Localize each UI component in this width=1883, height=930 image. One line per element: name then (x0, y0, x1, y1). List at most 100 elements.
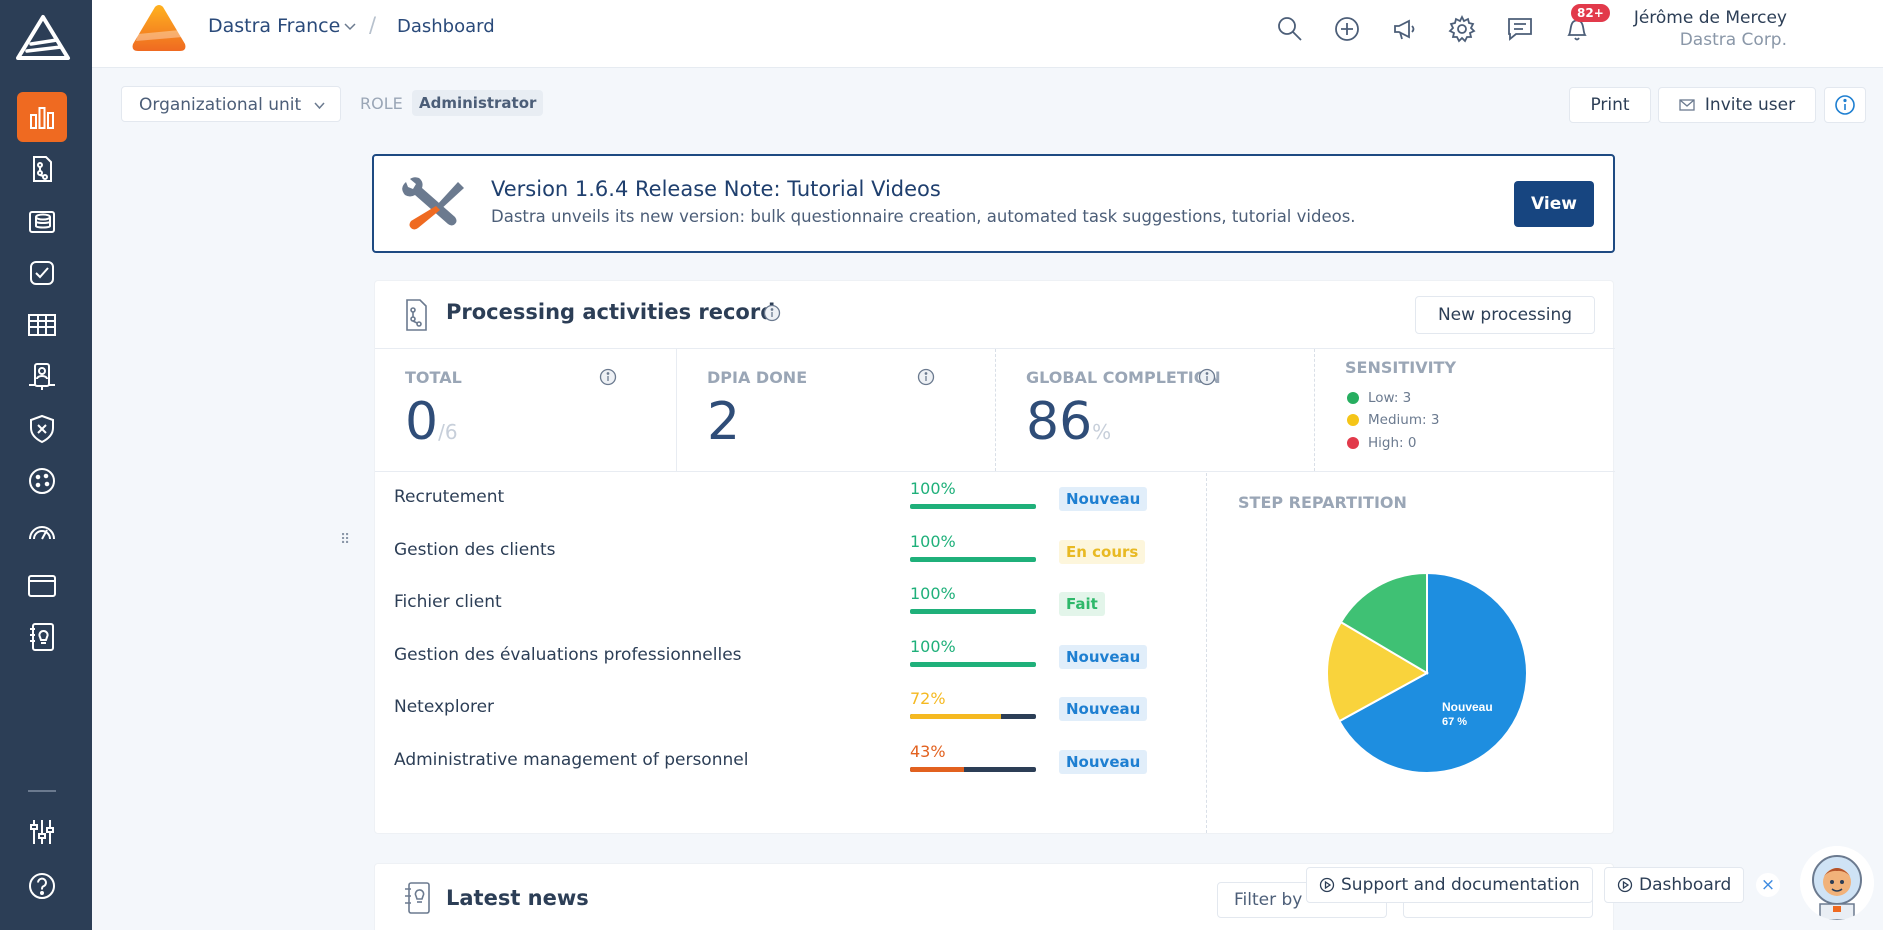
status-badge: Nouveau (1059, 644, 1148, 669)
settings-button[interactable] (1447, 14, 1477, 44)
stat-completion-value: 86% (1026, 392, 1112, 452)
messages-button[interactable] (1505, 14, 1535, 44)
role-badge: Administrator (412, 90, 544, 116)
table-row[interactable]: Gestion des évaluations professionnelles… (375, 631, 1205, 683)
sliders-icon (30, 820, 54, 844)
notebook-bulb-icon (405, 882, 430, 914)
progress-fill (910, 661, 1036, 667)
invite-user-button[interactable]: Invite user (1658, 87, 1816, 123)
status-badge: Fait (1059, 592, 1105, 617)
release-title: Version 1.6.4 Release Note: Tutorial Vid… (491, 177, 941, 201)
sidebar-item-tasks[interactable] (17, 248, 67, 298)
sensitivity-high: High: 0 (1347, 435, 1416, 451)
org-switcher[interactable]: Dastra France (208, 15, 340, 37)
new-processing-label: New processing (1437, 305, 1573, 325)
sidebar-item-processing[interactable] (17, 144, 67, 194)
assistant-avatar[interactable] (1800, 846, 1874, 920)
sidebar-item-registers[interactable] (17, 300, 67, 350)
close-help-button[interactable]: × (1756, 873, 1780, 897)
tools-icon (402, 177, 464, 230)
org-unit-filter[interactable]: Organizational unit (121, 86, 341, 122)
support-docs-button[interactable]: Support and documentation (1306, 867, 1593, 903)
envelope-icon (1679, 99, 1695, 111)
view-release-button[interactable]: View (1514, 181, 1594, 227)
sidebar-item-documents[interactable] (17, 560, 67, 610)
play-circle-icon (1617, 877, 1633, 893)
processing-name[interactable]: Gestion des évaluations professionnelles (394, 645, 742, 665)
stat-dpia-label: DPIA DONE (707, 368, 808, 387)
table-icon (28, 314, 56, 336)
info-icon[interactable] (917, 368, 935, 386)
bar-chart-icon (30, 107, 54, 129)
role-label: ROLE (360, 94, 403, 113)
step-repartition-label: STEP REPARTITION (1238, 493, 1407, 512)
sidebar-item-cookies[interactable] (17, 456, 67, 506)
table-row[interactable]: Administrative management of personnel 43… (375, 736, 1205, 788)
topbar: Dastra France / Dashboard 82+ Jérôme de … (92, 0, 1883, 68)
sidebar-item-security[interactable] (17, 404, 67, 454)
completion-percent: 100% (910, 531, 956, 551)
checklist-icon (30, 261, 54, 285)
close-icon: × (1760, 875, 1776, 895)
chevron-down-icon[interactable] (343, 19, 357, 33)
print-button[interactable]: Print (1569, 87, 1651, 123)
info-icon[interactable] (599, 368, 617, 386)
table-row[interactable]: Fichier client 100% Fait (375, 578, 1205, 630)
completion-percent: 100% (910, 636, 956, 656)
processing-name[interactable]: Gestion des clients (394, 540, 556, 560)
sensitivity-medium: Medium: 3 (1347, 412, 1439, 428)
user-name[interactable]: Jérôme de Mercey (1634, 8, 1787, 28)
sidebar-item-audits[interactable] (17, 508, 67, 558)
sensitivity-dot (1347, 392, 1359, 404)
info-icon (1835, 95, 1855, 115)
new-processing-button[interactable]: New processing (1415, 296, 1595, 334)
progress-fill (910, 714, 1001, 720)
processing-name[interactable]: Fichier client (394, 592, 502, 612)
status-badge: Nouveau (1059, 487, 1148, 511)
processing-name[interactable]: Recrutement (394, 487, 504, 507)
sidebar-item-settings[interactable] (17, 807, 67, 857)
sidebar-item-news[interactable] (17, 612, 67, 662)
sidebar-divider (28, 790, 56, 792)
sidebar-item-organization[interactable] (17, 352, 67, 402)
dastra-logo[interactable] (15, 14, 71, 62)
stat-dpia-value: 2 (707, 392, 741, 452)
sidebar-item-help[interactable] (17, 861, 67, 911)
sensitivity-dot (1347, 414, 1359, 426)
sidebar-item-data[interactable] (17, 196, 67, 246)
user-company: Dastra Corp. (1679, 30, 1787, 50)
card-title: Processing activities record (446, 300, 776, 324)
info-icon[interactable] (763, 304, 781, 322)
help-circle-icon (29, 873, 55, 899)
megaphone-icon (1394, 19, 1415, 40)
org-logo[interactable] (130, 4, 188, 54)
stat-completion: GLOBAL COMPLETION 86% (996, 349, 1315, 471)
info-button[interactable] (1824, 87, 1866, 123)
table-row[interactable]: Recrutement 100% Nouveau (375, 473, 1205, 525)
announcements-button[interactable] (1390, 14, 1420, 44)
processing-activities-card: Processing activities record New process… (374, 280, 1615, 834)
drag-handle-icon[interactable]: ⠿ (340, 532, 350, 548)
sensitivity-low: Low: 3 (1347, 390, 1411, 406)
table-row[interactable]: Gestion des clients 100% En cours (375, 526, 1205, 578)
search-icon (1278, 17, 1302, 41)
table-row[interactable]: Netexplorer 72% Nouveau (375, 683, 1205, 735)
gear-icon (1448, 14, 1476, 43)
document-tree-icon (33, 156, 52, 182)
create-button[interactable] (1332, 14, 1362, 44)
pie-slice-label: Nouveau (1442, 700, 1493, 714)
play-circle-icon (1319, 877, 1335, 893)
search-button[interactable] (1275, 14, 1305, 44)
processing-name[interactable]: Netexplorer (394, 697, 494, 717)
stat-completion-label: GLOBAL COMPLETION (1026, 368, 1221, 387)
dashboard-tour-button[interactable]: Dashboard (1604, 867, 1745, 903)
support-docs-label: Support and documentation (1341, 875, 1580, 895)
completion-progress-bar (910, 504, 1036, 509)
news-filter-label: Filter by (1234, 890, 1303, 910)
sidebar-item-dashboard[interactable] (17, 92, 67, 142)
print-button-label: Print (1590, 95, 1630, 115)
completion-progress-bar (910, 556, 1036, 562)
gauge-icon (29, 526, 55, 540)
info-icon[interactable] (1198, 368, 1216, 386)
processing-name[interactable]: Administrative management of personnel (394, 750, 748, 770)
